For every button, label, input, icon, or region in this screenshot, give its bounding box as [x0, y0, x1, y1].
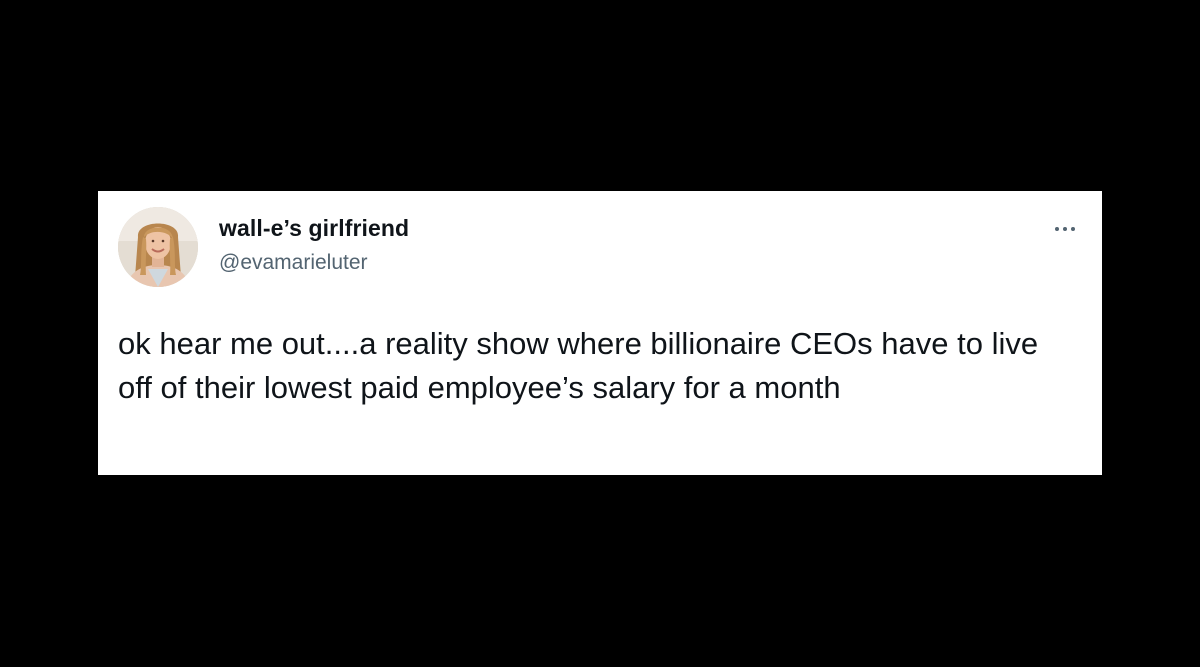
avatar-photo	[118, 207, 198, 287]
tweet-text: ok hear me out....a reality show where b…	[118, 326, 1039, 405]
tweet-card: wall-e’s girlfriend @evamarieluter ok he…	[98, 191, 1102, 475]
avatar[interactable]	[118, 207, 198, 287]
author-display-name[interactable]: wall-e’s girlfriend	[219, 215, 409, 242]
more-horizontal-icon	[1055, 227, 1075, 231]
more-options-button[interactable]	[1050, 219, 1080, 239]
image-frame: wall-e’s girlfriend @evamarieluter ok he…	[0, 0, 1200, 667]
author-handle[interactable]: @evamarieluter	[219, 251, 368, 275]
